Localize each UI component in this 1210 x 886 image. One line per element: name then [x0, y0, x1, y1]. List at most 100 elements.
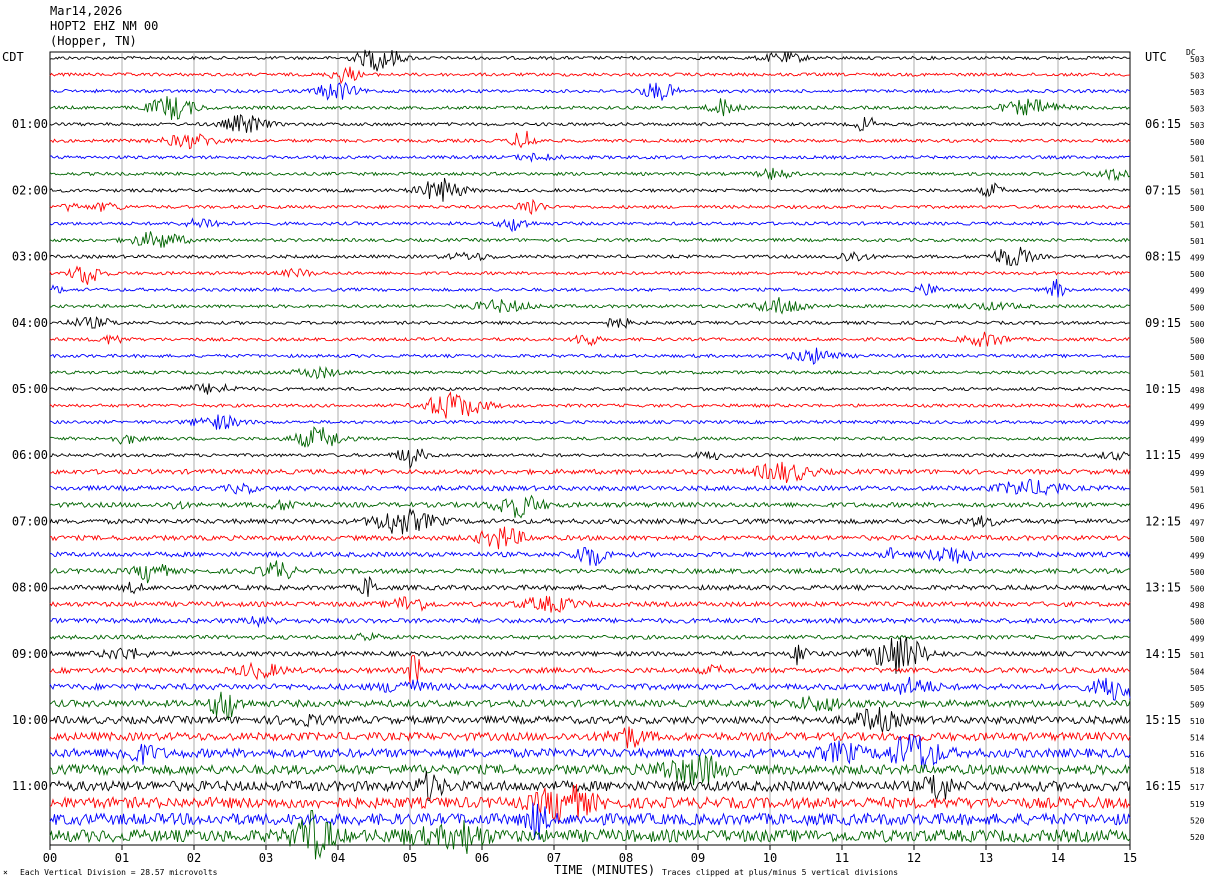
x-tick-label: 06 [475, 851, 489, 865]
seismic-trace [49, 391, 1131, 419]
x-tick-label: 13 [979, 851, 993, 865]
helicorder-plot: 00 01 02 03 04 05 06 07 08 09 10 11 12 13 14 1501:0002:… [12, 49, 1205, 865]
dc-offset-value: 501 [1190, 369, 1205, 378]
seismic-trace [49, 575, 1131, 597]
seismic-trace [49, 448, 1131, 470]
dc-offset-value: 499 [1190, 436, 1205, 445]
dc-offset-value: 514 [1190, 734, 1205, 743]
dc-offset-value: 500 [1190, 138, 1205, 147]
x-tick-label: 09 [691, 851, 705, 865]
dc-offset-value: 501 [1190, 171, 1205, 180]
seismic-trace [49, 152, 1131, 163]
right-hour-label: 13:15 [1145, 581, 1181, 595]
seismic-trace [49, 167, 1131, 182]
right-hour-label: 09:15 [1145, 316, 1181, 330]
right-hour-label: 15:15 [1145, 713, 1181, 727]
clip-note: Traces clipped at plus/minus 5 vertical … [662, 868, 899, 877]
dc-offset-value: 497 [1190, 518, 1205, 527]
seismic-trace [49, 726, 1131, 749]
left-hour-label: 07:00 [12, 514, 48, 528]
seismic-trace [49, 316, 1131, 329]
plot-frame [49, 51, 1131, 846]
x-tick-label: 05 [403, 851, 417, 865]
seismic-trace [49, 754, 1131, 786]
x-tick-label: 01 [115, 851, 129, 865]
dc-offset-value: 501 [1190, 221, 1205, 230]
seismic-trace [49, 414, 1131, 430]
dc-offset-value: 500 [1190, 270, 1205, 279]
seismic-trace [49, 81, 1131, 101]
seismic-trace [49, 365, 1131, 380]
right-hour-label: 14:15 [1145, 647, 1181, 661]
dc-offset-value: 500 [1190, 618, 1205, 627]
seismic-trace [49, 770, 1131, 802]
seismic-trace [49, 546, 1131, 567]
seismic-trace [49, 461, 1131, 484]
location-label: (Hopper, TN) [50, 34, 137, 48]
left-hour-label: 02:00 [12, 183, 48, 197]
dc-offset-value: 500 [1190, 353, 1205, 362]
dc-offset-value: 499 [1190, 419, 1205, 428]
dc-offset-value: 504 [1190, 667, 1205, 676]
seismic-trace [49, 265, 1131, 285]
dc-offset-value: 499 [1190, 254, 1205, 263]
seismic-trace [49, 246, 1131, 267]
dc-offset-value: 500 [1190, 568, 1205, 577]
dc-offset-value: 499 [1190, 287, 1205, 296]
right-timezone-label: UTC [1145, 50, 1167, 64]
dc-offset-value: 510 [1190, 717, 1205, 726]
right-hour-label: 06:15 [1145, 117, 1181, 131]
seismic-trace [49, 595, 1131, 613]
seismic-trace [49, 113, 1131, 133]
dc-offset-value: 503 [1190, 121, 1205, 130]
left-hour-label: 06:00 [12, 448, 48, 462]
right-hour-label: 08:15 [1145, 250, 1181, 264]
x-tick-label: 12 [907, 851, 921, 865]
right-hour-label: 07:15 [1145, 183, 1181, 197]
seismic-trace [49, 526, 1131, 550]
seismic-trace [49, 49, 1131, 72]
left-hour-label: 09:00 [12, 647, 48, 661]
dc-offset-value: 503 [1190, 88, 1205, 97]
seismic-trace [49, 676, 1131, 701]
seismic-trace [49, 382, 1131, 395]
right-hour-label: 11:15 [1145, 448, 1181, 462]
seismic-trace [49, 691, 1131, 721]
dc-offset-value: 496 [1190, 502, 1205, 511]
x-tick-label: 00 [43, 851, 57, 865]
dc-offset-value: 509 [1190, 700, 1205, 709]
dc-offset-value: 505 [1190, 684, 1205, 693]
dc-offset-value: 517 [1190, 783, 1205, 792]
dc-offset-value: 500 [1190, 336, 1205, 345]
seismic-trace [49, 494, 1131, 519]
x-tick-label: 03 [259, 851, 273, 865]
dc-offset-value: 516 [1190, 750, 1205, 759]
seismic-trace [49, 231, 1131, 248]
dc-offset-value: 503 [1190, 72, 1205, 81]
seismic-trace [49, 297, 1131, 315]
seismic-trace [49, 615, 1131, 629]
dc-offset-value: 500 [1190, 585, 1205, 594]
left-hour-label: 03:00 [12, 250, 48, 264]
x-tick-label: 15 [1123, 851, 1137, 865]
seismic-trace [49, 631, 1131, 642]
dc-offset-value: 520 [1190, 816, 1205, 825]
x-tick-label: 10 [763, 851, 777, 865]
station-label: HOPT2 EHZ NM 00 [50, 19, 159, 33]
seismic-trace [49, 96, 1131, 120]
left-hour-label: 11:00 [12, 779, 48, 793]
seismic-trace [49, 177, 1131, 202]
seismic-trace [49, 66, 1131, 85]
seismic-trace [49, 331, 1131, 347]
left-timezone-label: CDT [2, 50, 24, 64]
scale-note: Each Vertical Division = 28.57 microvolt… [20, 868, 218, 877]
dc-offset-value: 498 [1190, 386, 1205, 395]
right-hour-label: 10:15 [1145, 382, 1181, 396]
x-tick-label: 04 [331, 851, 345, 865]
x-tick-label: 02 [187, 851, 201, 865]
left-hour-label: 08:00 [12, 581, 48, 595]
dc-offset-value: 503 [1190, 105, 1205, 114]
corner-mark: ⨯ [3, 868, 8, 877]
dc-label: DC [1186, 48, 1196, 57]
dc-offset-value: 499 [1190, 552, 1205, 561]
